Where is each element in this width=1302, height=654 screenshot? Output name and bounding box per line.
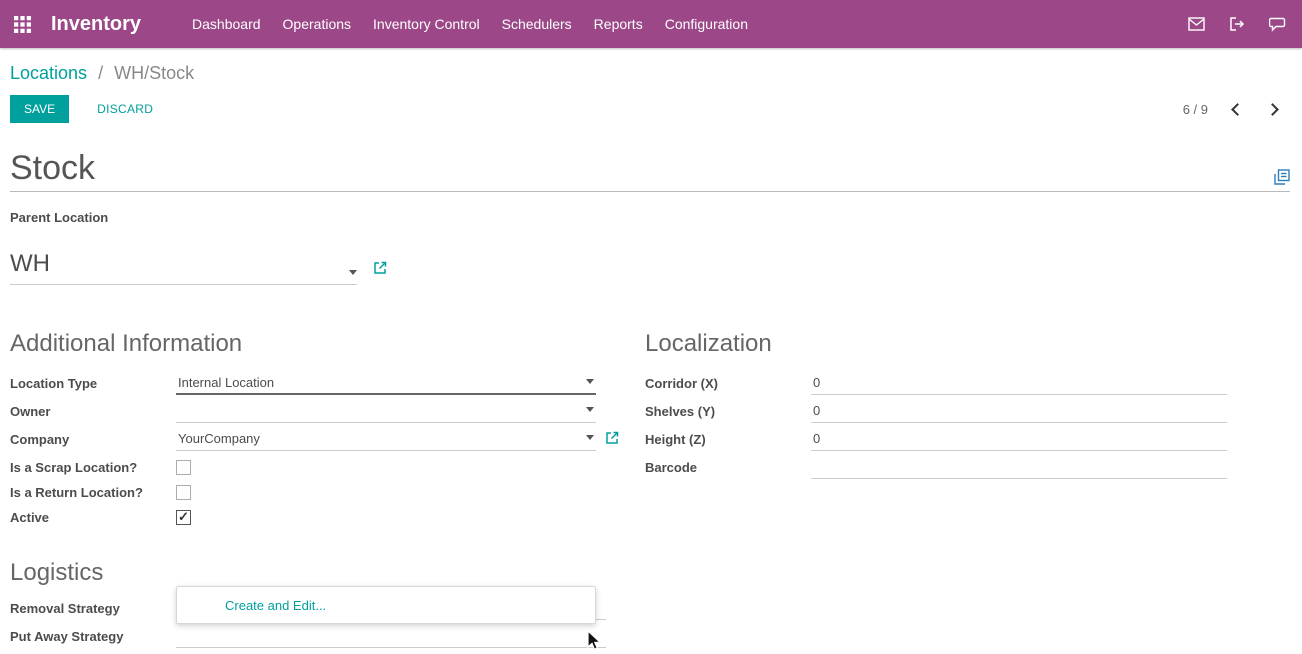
parent-location-block: Parent Location WH bbox=[10, 210, 1290, 285]
barcode-label: Barcode bbox=[645, 460, 811, 475]
localization-section: Localization Corridor (X) 0 Shelves (Y) … bbox=[645, 329, 1227, 530]
owner-row: Owner bbox=[10, 399, 596, 423]
menu-schedulers[interactable]: Schedulers bbox=[491, 9, 583, 39]
app-title[interactable]: Inventory bbox=[51, 13, 141, 36]
shelves-y-label: Shelves (Y) bbox=[645, 404, 811, 419]
record-title-field[interactable]: Stock bbox=[10, 149, 1274, 187]
owner-select[interactable] bbox=[176, 399, 596, 423]
logout-icon[interactable] bbox=[1229, 16, 1245, 32]
control-panel: Locations / WH/Stock SAVE DISCARD 6 / 9 bbox=[0, 48, 1302, 123]
barcode-row: Barcode bbox=[645, 455, 1227, 479]
localization-heading: Localization bbox=[645, 329, 1227, 359]
dropdown-caret-icon[interactable] bbox=[586, 407, 594, 412]
menu-operations[interactable]: Operations bbox=[272, 9, 362, 39]
owner-label: Owner bbox=[10, 404, 176, 419]
height-z-input[interactable]: 0 bbox=[811, 427, 1227, 451]
corridor-x-input[interactable]: 0 bbox=[811, 371, 1227, 395]
company-label: Company bbox=[10, 432, 176, 447]
removal-strategy-label: Removal Strategy bbox=[10, 601, 176, 616]
pager-count: 6 / 9 bbox=[1183, 102, 1208, 117]
shelves-y-row: Shelves (Y) 0 bbox=[645, 399, 1227, 423]
dropdown-caret-icon[interactable] bbox=[349, 270, 357, 275]
control-panel-actions: SAVE DISCARD 6 / 9 bbox=[10, 95, 1280, 123]
record-title-row: Stock bbox=[10, 149, 1290, 192]
put-away-strategy-select[interactable] bbox=[176, 624, 606, 648]
save-button[interactable]: SAVE bbox=[10, 95, 69, 123]
company-external-link-icon[interactable] bbox=[605, 431, 619, 445]
messages-icon[interactable] bbox=[1188, 17, 1205, 31]
logistics-heading: Logistics bbox=[10, 558, 606, 588]
is-scrap-location-checkbox[interactable] bbox=[176, 460, 191, 475]
location-type-value: Internal Location bbox=[178, 375, 580, 390]
company-value: YourCompany bbox=[178, 431, 580, 446]
height-z-label: Height (Z) bbox=[645, 432, 811, 447]
is-return-location-row: Is a Return Location? bbox=[10, 480, 596, 505]
is-scrap-location-row: Is a Scrap Location? bbox=[10, 455, 596, 480]
additional-information-heading: Additional Information bbox=[10, 329, 596, 359]
location-type-label: Location Type bbox=[10, 376, 176, 391]
is-return-location-checkbox[interactable] bbox=[176, 485, 191, 500]
barcode-input[interactable] bbox=[811, 455, 1227, 479]
shelves-y-input[interactable]: 0 bbox=[811, 399, 1227, 423]
active-row: Active bbox=[10, 505, 596, 530]
record-pager: 6 / 9 bbox=[1183, 102, 1280, 117]
translate-icon[interactable] bbox=[1274, 169, 1290, 185]
menu-configuration[interactable]: Configuration bbox=[654, 9, 759, 39]
active-checkbox[interactable] bbox=[176, 510, 191, 525]
top-menu: Dashboard Operations Inventory Control S… bbox=[181, 9, 1188, 39]
apps-menu-icon[interactable] bbox=[14, 16, 31, 33]
parent-location-label: Parent Location bbox=[10, 210, 1290, 225]
is-return-location-label: Is a Return Location? bbox=[10, 485, 176, 500]
pager-previous-icon[interactable] bbox=[1230, 102, 1245, 117]
autocomplete-dropdown: Create and Edit... bbox=[176, 586, 596, 624]
parent-location-value: WH bbox=[10, 251, 343, 277]
shelves-y-value: 0 bbox=[813, 403, 1225, 418]
corridor-x-label: Corridor (X) bbox=[645, 376, 811, 391]
active-label: Active bbox=[10, 510, 176, 525]
corridor-x-row: Corridor (X) 0 bbox=[645, 371, 1227, 395]
put-away-strategy-label: Put Away Strategy bbox=[10, 629, 176, 644]
topbar-icons bbox=[1188, 16, 1288, 32]
location-type-select[interactable]: Internal Location bbox=[176, 371, 596, 395]
parent-location-select[interactable]: WH bbox=[10, 251, 357, 285]
breadcrumb: Locations / WH/Stock bbox=[10, 62, 1280, 84]
top-navbar: Inventory Dashboard Operations Inventory… bbox=[0, 0, 1302, 48]
create-and-edit-option[interactable]: Create and Edit... bbox=[177, 598, 326, 613]
height-z-row: Height (Z) 0 bbox=[645, 427, 1227, 451]
corridor-x-value: 0 bbox=[813, 375, 1225, 390]
form-columns: Additional Information Location Type Int… bbox=[10, 329, 1290, 530]
is-scrap-location-label: Is a Scrap Location? bbox=[10, 460, 176, 475]
pager-next-icon[interactable] bbox=[1265, 102, 1280, 117]
company-select[interactable]: YourCompany bbox=[176, 427, 596, 451]
breadcrumb-current: WH/Stock bbox=[114, 63, 194, 83]
menu-inventory-control[interactable]: Inventory Control bbox=[362, 9, 491, 39]
dropdown-caret-icon[interactable] bbox=[586, 435, 594, 440]
form-sheet: Stock Parent Location WH Addit bbox=[0, 123, 1302, 648]
chat-icon[interactable] bbox=[1269, 17, 1286, 32]
location-type-row: Location Type Internal Location bbox=[10, 371, 596, 395]
additional-information-section: Additional Information Location Type Int… bbox=[10, 329, 596, 530]
breadcrumb-separator: / bbox=[98, 63, 103, 83]
height-z-value: 0 bbox=[813, 431, 1225, 446]
dropdown-caret-icon[interactable] bbox=[586, 379, 594, 384]
logistics-section: Logistics Removal Strategy Put Away Stra… bbox=[10, 558, 606, 648]
breadcrumb-locations-link[interactable]: Locations bbox=[10, 63, 87, 83]
discard-button[interactable]: DISCARD bbox=[97, 102, 153, 116]
menu-dashboard[interactable]: Dashboard bbox=[181, 9, 272, 39]
parent-location-external-link-icon[interactable] bbox=[373, 261, 387, 275]
put-away-strategy-row: Put Away Strategy bbox=[10, 624, 606, 648]
menu-reports[interactable]: Reports bbox=[583, 9, 654, 39]
company-row: Company YourCompany bbox=[10, 427, 596, 451]
